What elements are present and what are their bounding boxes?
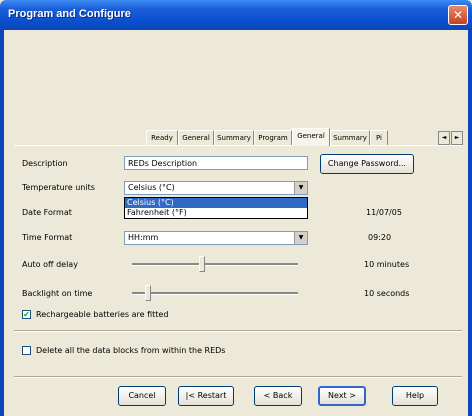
temperature-option-celsius[interactable]: Celsius (°C) bbox=[125, 198, 307, 208]
temperature-units-label: Temperature units bbox=[22, 183, 95, 192]
backlight-label: Backlight on time bbox=[22, 289, 93, 298]
window-frame-left bbox=[0, 30, 4, 416]
tab-ready[interactable]: Ready bbox=[146, 130, 178, 145]
tab-pi[interactable]: Pi bbox=[370, 130, 388, 145]
backlight-slider-thumb[interactable] bbox=[144, 285, 151, 301]
tab-general-2[interactable]: General bbox=[292, 128, 330, 146]
auto-off-label: Auto off delay bbox=[22, 260, 78, 269]
backlight-value: 10 seconds bbox=[364, 289, 410, 298]
close-button[interactable]: ✕ bbox=[448, 5, 468, 25]
title-bar: Program and Configure ✕ bbox=[0, 0, 472, 30]
tab-panel-edge bbox=[14, 145, 462, 146]
window-frame-right bbox=[468, 30, 472, 416]
back-button[interactable]: < Back bbox=[254, 386, 302, 406]
chevron-down-icon[interactable]: ▼ bbox=[294, 182, 307, 194]
temperature-units-dropdown[interactable]: Celsius (°C) Fahrenheit (°F) bbox=[124, 197, 308, 219]
date-format-label: Date Format bbox=[22, 208, 72, 217]
auto-off-slider-track bbox=[132, 263, 298, 266]
checkmark-icon: ✔ bbox=[23, 310, 30, 319]
time-format-select[interactable]: HH:mm ▼ bbox=[124, 231, 308, 245]
tab-program[interactable]: Program bbox=[254, 130, 292, 145]
temperature-option-fahrenheit[interactable]: Fahrenheit (°F) bbox=[125, 208, 307, 218]
tab-general-1[interactable]: General bbox=[178, 130, 214, 145]
separator bbox=[14, 330, 462, 332]
backlight-slider-track bbox=[132, 292, 298, 295]
cancel-button[interactable]: Cancel bbox=[118, 386, 166, 406]
delete-blocks-label[interactable]: Delete all the data blocks from within t… bbox=[36, 346, 225, 355]
tab-scroll-left[interactable]: ◄ bbox=[438, 131, 450, 145]
description-label: Description bbox=[22, 159, 68, 168]
change-password-button[interactable]: Change Password... bbox=[320, 154, 414, 174]
temperature-units-value: Celsius (°C) bbox=[128, 183, 175, 192]
restart-button[interactable]: |< Restart bbox=[178, 386, 234, 406]
auto-off-slider-thumb[interactable] bbox=[199, 256, 206, 272]
tab-scroll-right[interactable]: ► bbox=[451, 131, 463, 145]
next-button[interactable]: Next > bbox=[318, 386, 366, 406]
tab-summary-1[interactable]: Summary bbox=[214, 130, 254, 145]
help-button[interactable]: Help bbox=[392, 386, 438, 406]
description-input[interactable]: REDs Description bbox=[124, 156, 308, 170]
time-format-value: 09:20 bbox=[368, 233, 392, 242]
button-bar-separator bbox=[14, 376, 462, 378]
rechargeable-checkbox[interactable]: ✔ bbox=[22, 310, 31, 319]
date-format-value: 11/07/05 bbox=[366, 208, 402, 217]
tab-summary-2[interactable]: Summary bbox=[330, 130, 370, 145]
chevron-down-icon[interactable]: ▼ bbox=[294, 232, 307, 244]
rechargeable-label[interactable]: Rechargeable batteries are fitted bbox=[36, 310, 168, 319]
time-format-label: Time Format bbox=[22, 233, 73, 242]
window-title: Program and Configure bbox=[8, 8, 131, 20]
time-format-selected: HH:mm bbox=[128, 233, 159, 242]
temperature-units-select[interactable]: Celsius (°C) ▼ bbox=[124, 181, 308, 195]
auto-off-value: 10 minutes bbox=[364, 260, 410, 269]
delete-blocks-checkbox[interactable] bbox=[22, 346, 31, 355]
